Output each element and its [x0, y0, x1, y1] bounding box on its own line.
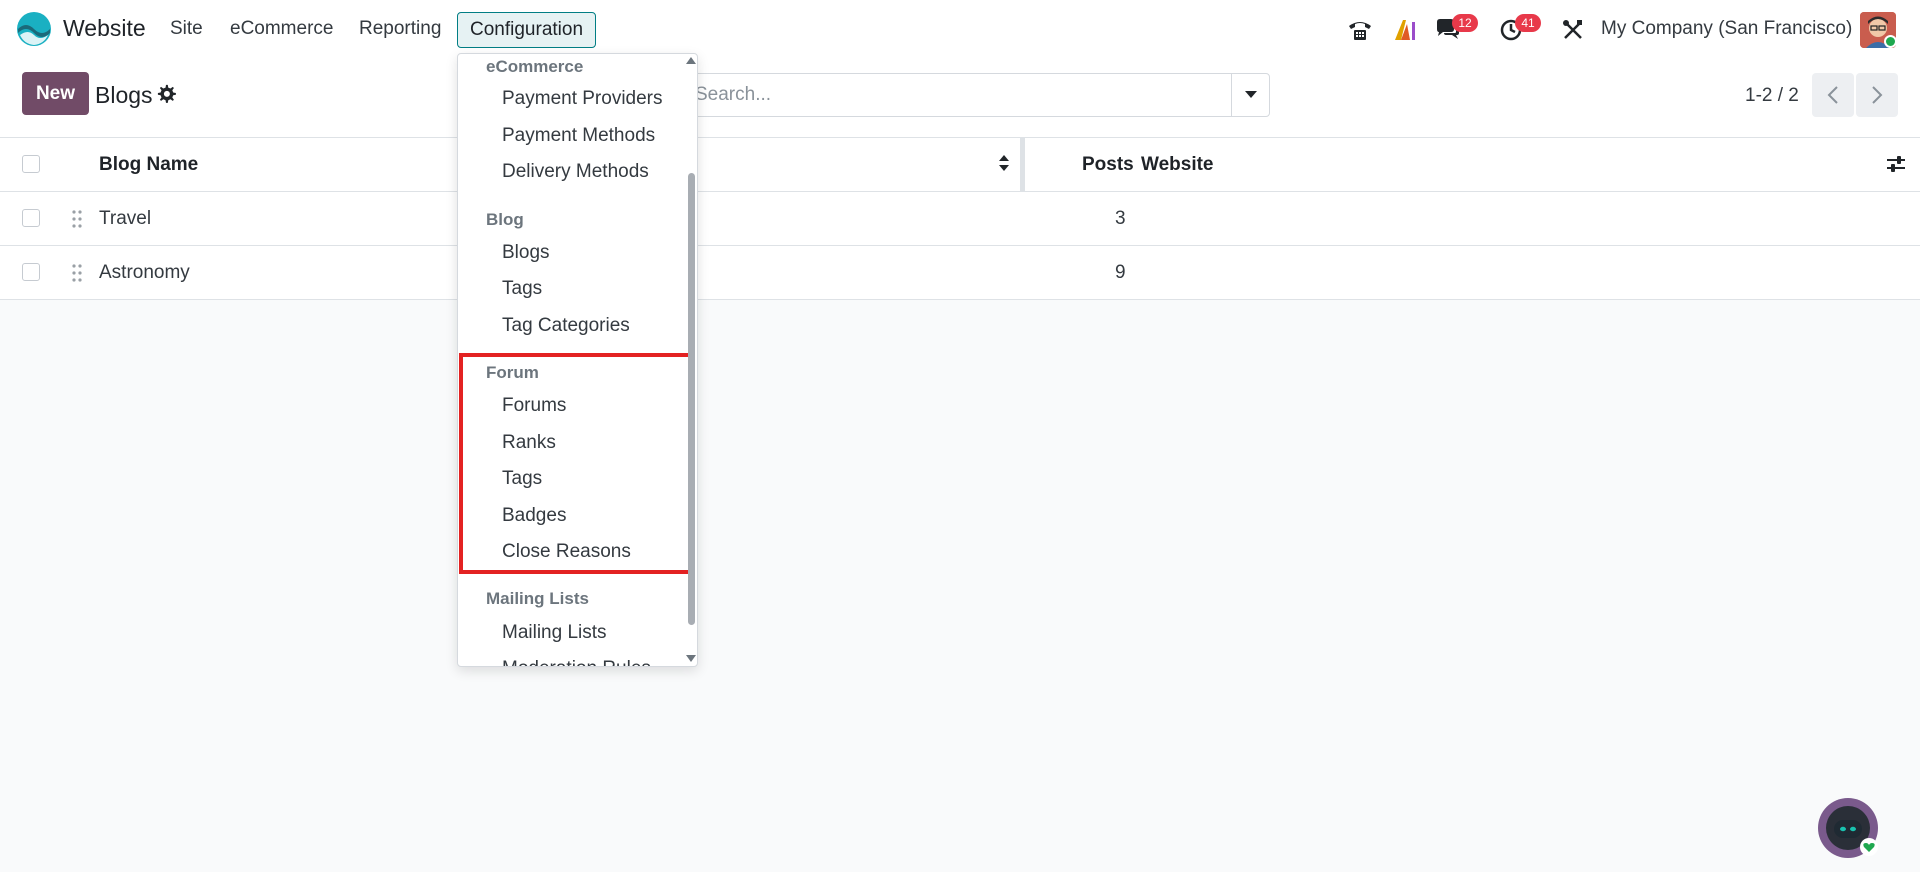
app-name[interactable]: Website — [63, 15, 146, 42]
menu-item-mailing-lists[interactable]: Mailing Lists — [502, 622, 607, 644]
pager-value[interactable]: 1-2 / 2 — [1745, 85, 1799, 107]
menu-item-blog-tags[interactable]: Tags — [502, 278, 542, 300]
column-blog-name[interactable]: Blog Name — [99, 154, 198, 176]
page-title: Blogs — [95, 82, 153, 108]
pager-previous-button[interactable] — [1812, 73, 1854, 117]
gear-icon[interactable] — [157, 84, 177, 104]
top-navbar: Website Site eCommerce Reporting Configu… — [0, 0, 1920, 60]
menu-ecommerce[interactable]: eCommerce — [230, 18, 333, 40]
forum-section-highlight — [459, 353, 692, 574]
dropdown-section-header: eCommerce — [486, 57, 584, 76]
drag-handle-icon[interactable] — [71, 263, 83, 283]
menu-item-payment-providers[interactable]: Payment Providers — [502, 88, 663, 110]
column-resize-handle[interactable] — [1020, 138, 1025, 191]
row-checkbox[interactable] — [22, 263, 40, 281]
menu-item-tag-categories[interactable]: Tag Categories — [502, 315, 630, 337]
scroll-down-arrow[interactable] — [686, 655, 696, 662]
column-website[interactable]: Website — [1141, 154, 1214, 176]
blog-name-cell: Astronomy — [99, 262, 190, 283]
menu-reporting[interactable]: Reporting — [359, 18, 441, 40]
table-row[interactable]: Astronomy 9 — [0, 246, 1920, 300]
posts-cell: 3 — [1115, 208, 1126, 229]
optional-columns-icon[interactable] — [1885, 154, 1907, 174]
drag-handle-icon[interactable] — [71, 209, 83, 229]
pager-next-button[interactable] — [1856, 73, 1898, 117]
menu-site[interactable]: Site — [170, 18, 203, 40]
menu-item-delivery-methods[interactable]: Delivery Methods — [502, 161, 649, 183]
chevron-right-icon — [1872, 86, 1883, 104]
dropdown-section-header: Blog — [486, 210, 524, 229]
phone-icon[interactable] — [1346, 16, 1374, 44]
list-header: Blog Name Posts Website — [0, 138, 1920, 192]
menu-item-moderation-rules[interactable]: Moderation Rules — [502, 658, 651, 666]
heart-icon — [1860, 838, 1878, 856]
row-checkbox[interactable] — [22, 209, 40, 227]
scroll-up-arrow[interactable] — [686, 57, 696, 64]
menu-item-payment-methods[interactable]: Payment Methods — [502, 125, 655, 147]
website-app-logo-icon[interactable] — [16, 11, 52, 47]
messages-badge: 12 — [1452, 14, 1478, 32]
company-switcher[interactable]: My Company (San Francisco) — [1601, 18, 1852, 40]
menu-configuration[interactable]: Configuration — [457, 12, 597, 48]
menu-item-blogs[interactable]: Blogs — [502, 242, 550, 264]
new-button[interactable]: New — [22, 72, 89, 115]
column-posts[interactable]: Posts — [1082, 154, 1134, 176]
caret-down-icon — [1244, 91, 1257, 98]
blogs-list: Blog Name Posts Website Travel 3 Astrono… — [0, 138, 1920, 300]
search-placeholder: Search... — [695, 84, 772, 105]
ai-icon[interactable] — [1392, 16, 1420, 44]
control-panel: New Blogs Search... 1-2 / 2 — [0, 60, 1920, 138]
table-row[interactable]: Travel 3 — [0, 192, 1920, 246]
dropdown-section-header: Mailing Lists — [486, 589, 589, 608]
debug-tools-icon[interactable] — [1559, 16, 1587, 44]
sort-icon[interactable] — [998, 152, 1010, 174]
dropdown-scrollbar[interactable] — [688, 173, 695, 625]
chevron-left-icon — [1827, 86, 1838, 104]
select-all-checkbox[interactable] — [22, 155, 40, 173]
posts-cell: 9 — [1115, 262, 1126, 283]
user-status-dot — [1884, 35, 1897, 48]
activities-badge: 41 — [1515, 14, 1541, 32]
blog-name-cell: Travel — [99, 208, 152, 229]
search-options-toggle[interactable] — [1231, 73, 1270, 117]
